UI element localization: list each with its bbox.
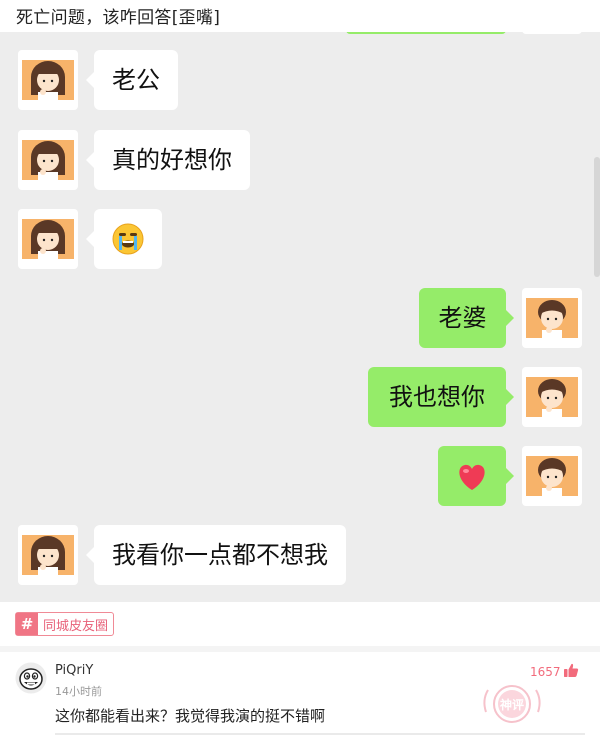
chat-bubble[interactable]: 我看你一点都不想我: [86, 525, 346, 585]
girl-avatar-icon: [22, 535, 74, 585]
comment-item[interactable]: PiQriY 14小时前 这你都能看出来？我觉得我演的挺不错啊 神评 1657: [0, 652, 600, 735]
chat-bubble[interactable]: 老公: [86, 50, 178, 110]
commenter-avatar-icon[interactable]: [15, 662, 47, 694]
thumbs-up-icon[interactable]: [563, 662, 579, 678]
commenter-username[interactable]: PiQriY: [55, 663, 93, 678]
wife-avatar[interactable]: [18, 130, 78, 190]
boy-avatar-icon: [526, 456, 578, 506]
cropped-bubble-edge: [346, 32, 506, 34]
topic-tag[interactable]: # 同城皮友圈: [15, 612, 115, 636]
hashtag-icon: #: [16, 613, 38, 635]
chat-bubble[interactable]: 我也想你: [368, 367, 514, 427]
wife-avatar[interactable]: [18, 209, 78, 269]
boy-avatar-icon: [526, 377, 578, 427]
comment-text: 这你都能看出来？我觉得我演的挺不错啊: [55, 707, 326, 725]
like-count: 1657: [530, 665, 561, 679]
chat-screenshot: 老公 真的好想你 老婆 我也想你 我看你一点都不想我: [0, 32, 600, 602]
wife-avatar[interactable]: [18, 50, 78, 110]
husband-avatar[interactable]: [522, 288, 582, 348]
wife-avatar[interactable]: [18, 525, 78, 585]
chat-bubble[interactable]: [86, 209, 162, 269]
girl-avatar-icon: [22, 60, 74, 110]
cropped-avatar-edge: [522, 32, 582, 34]
comment-timestamp: 14小时前: [55, 685, 102, 698]
post-title: 死亡问题，该咋回答[歪嘴]: [16, 8, 221, 28]
stamp-text: 神评: [500, 697, 524, 712]
topic-tag-label: 同城皮友圈: [43, 618, 109, 634]
chat-bubble[interactable]: [438, 446, 514, 506]
scrollbar[interactable]: [594, 157, 600, 277]
post-screenshot: 死亡问题，该咋回答[歪嘴] 老公 真的好想你 老婆 我也想你 我看你一点都不想我…: [0, 0, 600, 735]
chat-bubble[interactable]: 真的好想你: [86, 130, 250, 190]
husband-avatar[interactable]: [522, 367, 582, 427]
crying-face-emoji-icon: [112, 223, 144, 255]
topic-tag-row: # 同城皮友圈: [0, 602, 600, 646]
god-comment-stamp: 神评: [483, 685, 541, 723]
chat-bubble[interactable]: 老婆: [419, 288, 514, 348]
red-heart-emoji-icon: [459, 464, 485, 490]
girl-avatar-icon: [22, 219, 74, 269]
girl-avatar-icon: [22, 140, 74, 190]
boy-avatar-icon: [526, 298, 578, 348]
husband-avatar[interactable]: [522, 446, 582, 506]
